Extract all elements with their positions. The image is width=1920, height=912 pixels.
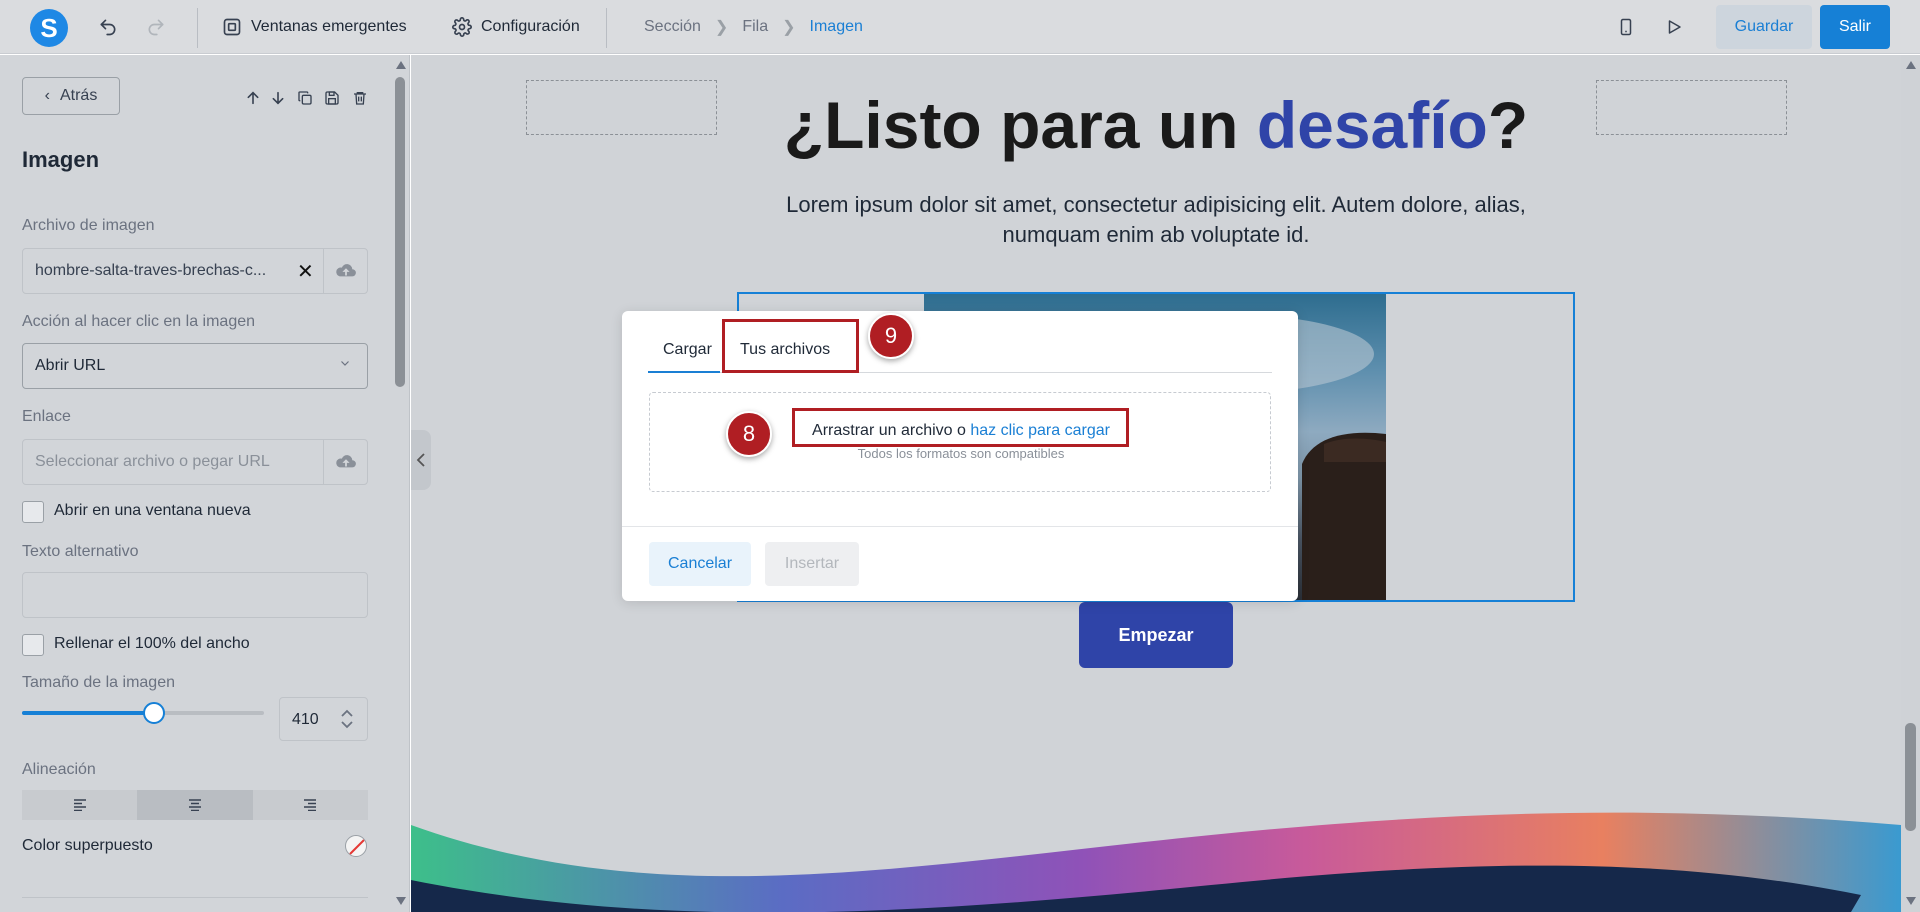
- fill-width-label: Rellenar el 100% del ancho: [54, 635, 250, 652]
- undo-icon[interactable]: [90, 0, 126, 54]
- alt-text-input[interactable]: [22, 572, 368, 618]
- move-up-icon[interactable]: [242, 87, 264, 109]
- image-size-label: Tamaño de la imagen: [22, 674, 175, 691]
- save-block-icon[interactable]: [321, 87, 343, 109]
- decorative-wave: [411, 812, 1901, 912]
- image-size-slider[interactable]: [22, 695, 264, 731]
- page-scrollbar[interactable]: [1901, 55, 1920, 912]
- scroll-up-icon[interactable]: [396, 61, 406, 69]
- hero-title: ¿Listo para un desafío?: [411, 87, 1901, 163]
- alignment-label: Alineación: [22, 761, 96, 778]
- active-tab-indicator: [648, 371, 720, 373]
- click-action-select[interactable]: Abrir URL: [22, 343, 368, 389]
- click-action-label: Acción al hacer clic en la imagen: [22, 313, 256, 330]
- start-button[interactable]: Empezar: [1079, 602, 1233, 668]
- chevron-left-icon: ‹: [44, 87, 50, 104]
- link-label: Enlace: [22, 408, 71, 425]
- image-size-stepper[interactable]: 410: [279, 697, 368, 741]
- redo-icon[interactable]: [138, 0, 174, 54]
- cloud-upload-icon[interactable]: [335, 453, 357, 476]
- align-right-icon: [304, 799, 317, 811]
- breadcrumb-section[interactable]: Sección: [644, 18, 701, 36]
- open-new-window-checkbox[interactable]: [22, 501, 44, 523]
- sidebar-scroll-thumb[interactable]: [395, 77, 405, 387]
- cloud-upload-icon[interactable]: [335, 262, 357, 285]
- image-file-label: Archivo de imagen: [22, 217, 155, 234]
- sidebar-scrollbar[interactable]: [392, 55, 408, 912]
- trash-icon[interactable]: [349, 87, 371, 109]
- back-button-label: Atrás: [59, 87, 98, 104]
- chevron-right-icon: ❯: [782, 19, 796, 36]
- align-center-icon: [188, 799, 201, 811]
- toolbar-divider: [197, 8, 198, 48]
- alignment-group: [22, 790, 368, 820]
- properties-sidebar: ‹ Atrás Imagen Archivo de imagen hombre-…: [0, 55, 410, 912]
- hero-subtitle: Lorem ipsum dolor sit amet, consectetur …: [786, 192, 1526, 247]
- annotation-badge-tabs: 9: [868, 313, 914, 359]
- image-file-value: hombre-salta-traves-brechas-c...: [35, 262, 267, 279]
- gear-icon: [452, 17, 472, 37]
- image-file-field[interactable]: hombre-salta-traves-brechas-c... ✕: [22, 248, 368, 294]
- annotation-badge-dropzone: 8: [726, 411, 772, 457]
- align-center-button[interactable]: [137, 790, 253, 820]
- scroll-down-icon[interactable]: [396, 897, 406, 905]
- alt-text-label: Texto alternativo: [22, 543, 139, 560]
- open-new-window-label: Abrir en una ventana nueva: [54, 502, 251, 519]
- hero-title-highlight: desafío: [1256, 88, 1488, 162]
- overlay-color-label: Color superpuesto: [22, 837, 153, 854]
- move-down-icon[interactable]: [267, 87, 289, 109]
- scroll-up-icon[interactable]: [1906, 61, 1916, 69]
- popups-menu[interactable]: Ventanas emergentes: [222, 0, 407, 54]
- align-right-button[interactable]: [253, 790, 368, 820]
- page-scroll-thumb[interactable]: [1905, 723, 1916, 831]
- settings-menu-label: Configuración: [481, 18, 580, 35]
- section-divider: [22, 897, 368, 898]
- no-color-swatch-icon[interactable]: [345, 835, 367, 857]
- app-logo: S: [30, 9, 68, 47]
- scroll-down-icon[interactable]: [1906, 897, 1916, 905]
- hero-title-end: ?: [1487, 88, 1529, 162]
- chevron-down-icon: [339, 356, 351, 374]
- breadcrumb: Sección ❯ Fila ❯ Imagen: [644, 0, 863, 54]
- chevron-right-icon: ❯: [714, 19, 729, 36]
- settings-menu[interactable]: Configuración: [452, 0, 580, 54]
- breadcrumb-row[interactable]: Fila: [742, 18, 768, 36]
- image-size-value: 410: [292, 711, 319, 728]
- play-preview-icon[interactable]: [1656, 0, 1692, 54]
- mobile-preview-icon[interactable]: [1608, 0, 1644, 54]
- panel-title: Imagen: [22, 147, 100, 172]
- top-toolbar: S Ventanas emergentes Configuración Secc…: [0, 0, 1920, 54]
- dialog-divider: [622, 526, 1298, 527]
- clear-icon[interactable]: ✕: [297, 259, 314, 284]
- stepper-arrows-icon[interactable]: [340, 706, 354, 737]
- hero-title-text: ¿Listo para un: [783, 88, 1257, 162]
- breadcrumb-image[interactable]: Imagen: [810, 18, 863, 36]
- insert-button[interactable]: Insertar: [765, 542, 859, 586]
- annotation-highlight-tabs: [722, 319, 859, 373]
- annotation-highlight-dropzone: [792, 408, 1129, 447]
- align-left-icon: [73, 799, 86, 811]
- click-action-value: Abrir URL: [35, 357, 106, 374]
- duplicate-icon[interactable]: [294, 87, 316, 109]
- popups-menu-label: Ventanas emergentes: [251, 18, 407, 35]
- slider-thumb[interactable]: [143, 702, 165, 724]
- back-button[interactable]: ‹ Atrás: [22, 77, 120, 115]
- exit-button[interactable]: Salir: [1820, 5, 1890, 49]
- popup-window-icon: [223, 18, 241, 36]
- collapse-sidebar-icon[interactable]: [411, 430, 431, 490]
- tab-upload[interactable]: Cargar: [663, 341, 712, 359]
- fill-width-checkbox[interactable]: [22, 634, 44, 656]
- save-button[interactable]: Guardar: [1716, 5, 1812, 49]
- link-input[interactable]: Seleccionar archivo o pegar URL: [22, 439, 368, 485]
- link-placeholder: Seleccionar archivo o pegar URL: [35, 453, 270, 470]
- cancel-button[interactable]: Cancelar: [649, 542, 751, 586]
- align-left-button[interactable]: [22, 790, 137, 820]
- toolbar-divider: [606, 8, 607, 48]
